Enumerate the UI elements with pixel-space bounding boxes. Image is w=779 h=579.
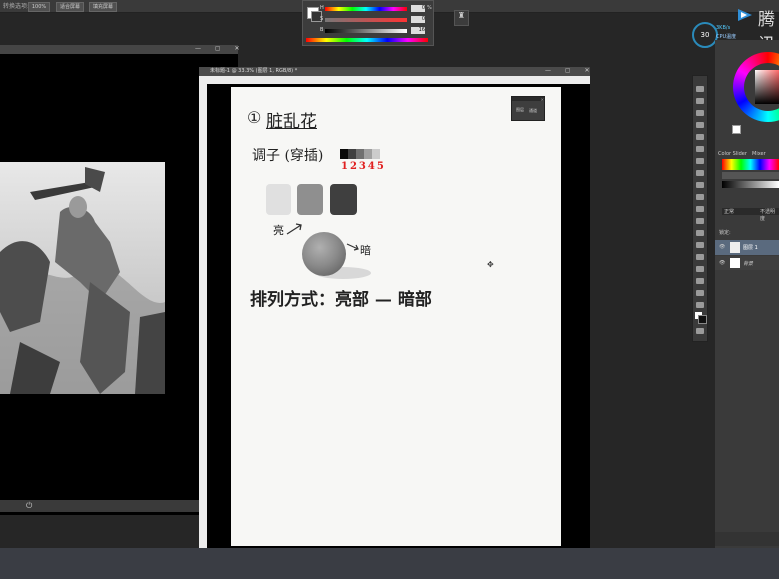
visibility-eye-icon[interactable]: 👁 bbox=[719, 244, 725, 250]
value-swatch-light bbox=[266, 184, 291, 215]
tencent-video-logo-icon bbox=[738, 9, 752, 21]
tab-mixer[interactable]: Mixer bbox=[752, 151, 766, 157]
option-button-fill-screen[interactable]: 填充屏幕 bbox=[89, 2, 117, 12]
history-brush-tool-icon[interactable] bbox=[696, 194, 704, 200]
channel-h-value[interactable]: 0 bbox=[411, 5, 425, 12]
arrow-to-dark-icon bbox=[346, 243, 359, 251]
mini-panel-close-icon[interactable]: × bbox=[512, 97, 544, 102]
layer-row-selected[interactable]: 👁 图层 1 bbox=[715, 240, 779, 255]
hue-slider[interactable] bbox=[325, 7, 407, 11]
note-title: 脏乱花 bbox=[266, 112, 317, 132]
mini-panel[interactable]: × 图层 通道 bbox=[511, 96, 545, 121]
marquee-tool-icon[interactable] bbox=[696, 98, 704, 104]
blur-tool-icon[interactable] bbox=[696, 230, 704, 236]
option-button-fit-screen[interactable]: 适合屏幕 bbox=[56, 2, 84, 12]
gradient-step bbox=[356, 149, 364, 159]
reference-artwork bbox=[0, 162, 165, 394]
spectrum-bar[interactable] bbox=[722, 159, 779, 170]
pen-tool-icon[interactable] bbox=[696, 254, 704, 260]
note-numbers: 12345 bbox=[341, 161, 386, 172]
grey-ramp[interactable] bbox=[722, 181, 779, 188]
horizontal-ruler[interactable] bbox=[207, 76, 590, 84]
power-icon[interactable]: ⏻ bbox=[26, 501, 32, 511]
gradient-step bbox=[340, 149, 348, 159]
gradient-step bbox=[364, 149, 372, 159]
speed-line2: CPU温度 bbox=[716, 34, 737, 40]
spectrum-value-bar[interactable] bbox=[722, 172, 779, 179]
wheel-foreground-swatch[interactable] bbox=[732, 125, 741, 134]
note-title-mark: ① bbox=[247, 108, 262, 127]
value-swatch-mid bbox=[297, 184, 323, 215]
layer-thumbnail bbox=[730, 258, 740, 268]
options-label: 转换选项: bbox=[3, 3, 30, 10]
speed-value: 30 bbox=[700, 31, 710, 39]
layer-mode-bar: 正常 不透明度 bbox=[722, 208, 779, 222]
channel-s-label: S bbox=[320, 16, 324, 22]
tab-color-slider[interactable]: Color Slider bbox=[718, 151, 747, 157]
visibility-eye-icon[interactable]: 👁 bbox=[719, 260, 725, 266]
move-tool-icon[interactable] bbox=[696, 86, 704, 92]
vertical-ruler[interactable] bbox=[199, 76, 207, 548]
saturation-slider[interactable] bbox=[325, 18, 407, 22]
layer-name[interactable]: 图层 1 bbox=[743, 244, 758, 251]
shape-tool-icon[interactable] bbox=[696, 290, 704, 296]
document-window-controls[interactable]: — ▢ ✕ bbox=[545, 67, 596, 74]
brightness-slider[interactable] bbox=[325, 29, 407, 33]
path-select-tool-icon[interactable] bbox=[696, 278, 704, 284]
channel-b-label: B bbox=[320, 27, 324, 33]
value-swatch-dark bbox=[330, 184, 357, 215]
healing-tool-icon[interactable] bbox=[696, 158, 704, 164]
cursor-icon: ✥ bbox=[487, 260, 494, 269]
reference-window-controls[interactable]: — ▢ ✕ bbox=[195, 45, 246, 52]
layer-row-background[interactable]: 👁 背景 bbox=[715, 256, 779, 270]
stamp-tool-icon[interactable] bbox=[696, 182, 704, 188]
lasso-tool-icon[interactable] bbox=[696, 110, 704, 116]
layer-name[interactable]: 背景 bbox=[743, 260, 753, 267]
eyedropper-tool-icon[interactable] bbox=[696, 146, 704, 152]
color-picker-square[interactable] bbox=[755, 70, 779, 104]
mini-panel-label1: 图层 bbox=[516, 107, 524, 112]
speed-line1: 3KB/s bbox=[716, 25, 731, 31]
color-panel: H 0 % S 0 B 16 bbox=[302, 0, 434, 46]
layers-footer bbox=[715, 532, 779, 546]
gradient-step bbox=[372, 149, 380, 159]
channel-h-label: H bbox=[320, 5, 324, 11]
gradient-step bbox=[348, 149, 356, 159]
layer-thumbnail bbox=[730, 242, 740, 253]
gradient-tool-icon[interactable] bbox=[696, 218, 704, 224]
note-line1: 调子 (穿插) bbox=[252, 148, 324, 164]
type-tool-icon[interactable] bbox=[696, 266, 704, 272]
hand-tool-icon[interactable] bbox=[696, 302, 704, 308]
eraser-tool-icon[interactable] bbox=[696, 206, 704, 212]
taskbar bbox=[0, 548, 779, 579]
color-ramp[interactable] bbox=[306, 38, 428, 42]
lock-label: 锁定: bbox=[719, 230, 731, 236]
option-button-100[interactable]: 100% bbox=[28, 2, 50, 12]
tools-panel bbox=[692, 75, 708, 342]
magic-wand-tool-icon[interactable] bbox=[696, 122, 704, 128]
blend-mode-select[interactable]: 正常 bbox=[724, 208, 734, 215]
dodge-tool-icon[interactable] bbox=[696, 242, 704, 248]
gradient-steps bbox=[340, 149, 380, 159]
document-title: 未标题-1 @ 33.3% (图层 1, RGB/8) * bbox=[210, 68, 298, 74]
mini-panel-label2: 通道 bbox=[529, 108, 537, 113]
brush-tool-icon[interactable] bbox=[696, 170, 704, 176]
screen-mode-icon[interactable] bbox=[696, 328, 704, 334]
opacity-label: 不透明度 bbox=[760, 209, 776, 222]
note-arrangement: 排列方式：亮部 — 暗部 bbox=[250, 290, 432, 310]
channel-b-value[interactable]: 16 bbox=[411, 27, 425, 34]
background-swatch-icon[interactable] bbox=[698, 315, 707, 324]
crop-tool-icon[interactable] bbox=[696, 134, 704, 140]
pin-icon[interactable]: ♜ bbox=[454, 10, 469, 26]
unit-label: % bbox=[427, 5, 432, 11]
note-dark-label: 暗 bbox=[360, 244, 371, 257]
note-light-label: 亮 bbox=[273, 224, 284, 237]
channel-s-value[interactable]: 0 bbox=[411, 16, 425, 23]
